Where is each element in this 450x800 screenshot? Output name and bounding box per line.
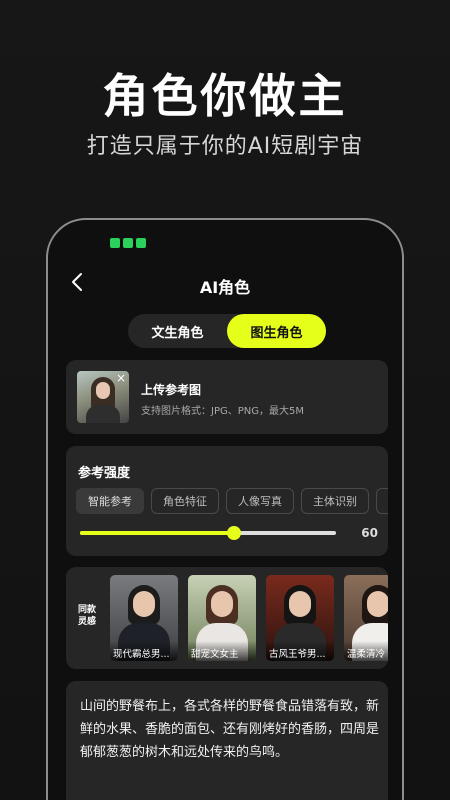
mode-tabs: 文生角色 图生角色	[128, 314, 326, 348]
prompt-input[interactable]: 山间的野餐布上，各式各样的野餐食品错落有致，新鲜的水果、香脆的面包、还有刚烤好的…	[66, 681, 388, 800]
upload-hint: 支持图片格式：JPG、PNG，最大5M	[141, 406, 304, 417]
upload-title: 上传参考图	[141, 383, 202, 397]
slider-fill	[80, 531, 234, 535]
inspiration-list: 现代霸总男... 甜宠文女主 古风王爷男... 温柔清冷	[110, 575, 388, 661]
status-bar	[110, 238, 146, 248]
inspiration-caption: 现代霸总男...	[110, 641, 178, 661]
tab-image-to-character[interactable]: 图生角色	[227, 314, 326, 348]
strength-option-portrait[interactable]: 人像写真	[226, 488, 294, 514]
inspiration-caption: 古风王爷男...	[266, 641, 334, 661]
strength-options: 智能参考 角色特征 人像写真 主体识别	[76, 488, 388, 514]
call-status-icon	[136, 238, 146, 248]
hero-subtitle: 打造只属于你的AI短剧宇宙	[86, 134, 364, 159]
phone-status-icon	[110, 238, 120, 248]
inspiration-card[interactable]: 温柔清冷	[344, 575, 388, 661]
inspiration-card[interactable]: 甜宠文女主	[188, 575, 256, 661]
strength-option-subject[interactable]: 主体识别	[301, 488, 369, 514]
upload-reference-card[interactable]: × 上传参考图 支持图片格式：JPG、PNG，最大5M	[66, 360, 388, 434]
inspiration-caption: 甜宠文女主	[188, 641, 256, 661]
hero-title: 角色你做主	[102, 69, 348, 123]
strength-option-smart[interactable]: 智能参考	[76, 488, 144, 514]
reference-strength-card: 参考强度 智能参考 角色特征 人像写真 主体识别 60	[66, 446, 388, 556]
inspiration-card[interactable]: 古风王爷男...	[266, 575, 334, 661]
message-status-icon	[123, 238, 133, 248]
strength-slider[interactable]	[80, 526, 336, 540]
strength-value: 60	[361, 526, 378, 540]
strength-option-more[interactable]	[376, 488, 388, 514]
page-title: AI角色	[199, 278, 251, 297]
phone-mockup: AI角色 文生角色 图生角色 × 上传参考图 支持图片格式：JPG、PNG，最大…	[46, 218, 404, 800]
inspiration-caption: 温柔清冷	[344, 641, 388, 661]
remove-image-icon[interactable]: ×	[115, 372, 127, 384]
strength-title: 参考强度	[78, 466, 131, 481]
inspiration-card[interactable]: 现代霸总男...	[110, 575, 178, 661]
prompt-text[interactable]: 山间的野餐布上，各式各样的野餐食品错落有致，新鲜的水果、香脆的面包、还有刚烤好的…	[80, 695, 380, 764]
strength-option-character-feature[interactable]: 角色特征	[151, 488, 219, 514]
tab-text-to-character[interactable]: 文生角色	[128, 314, 227, 348]
slider-handle[interactable]	[226, 526, 241, 540]
similar-inspiration-card: 同款灵感 现代霸总男... 甜宠文女主 古风王爷男... 温柔清冷	[66, 567, 388, 669]
reference-thumbnail: ×	[77, 371, 129, 423]
similar-inspiration-label: 同款灵感	[77, 605, 96, 627]
